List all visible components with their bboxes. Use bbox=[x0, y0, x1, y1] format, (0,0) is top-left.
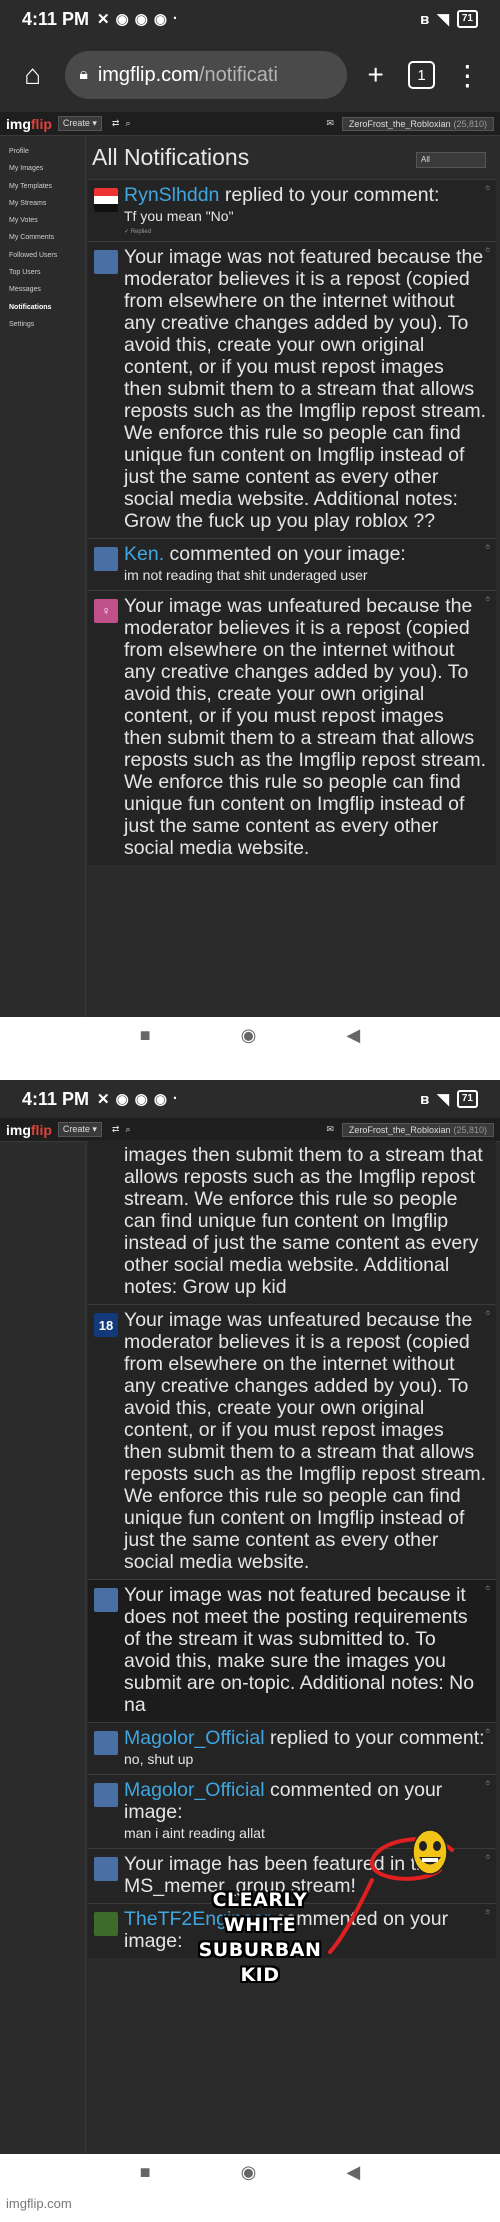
watermark: imgflip.com bbox=[6, 2196, 72, 2211]
laughing-emoji-icon bbox=[412, 1829, 448, 1875]
meme-caption: CLEARLY WHITE SUBURBAN KID bbox=[198, 1889, 322, 1986]
